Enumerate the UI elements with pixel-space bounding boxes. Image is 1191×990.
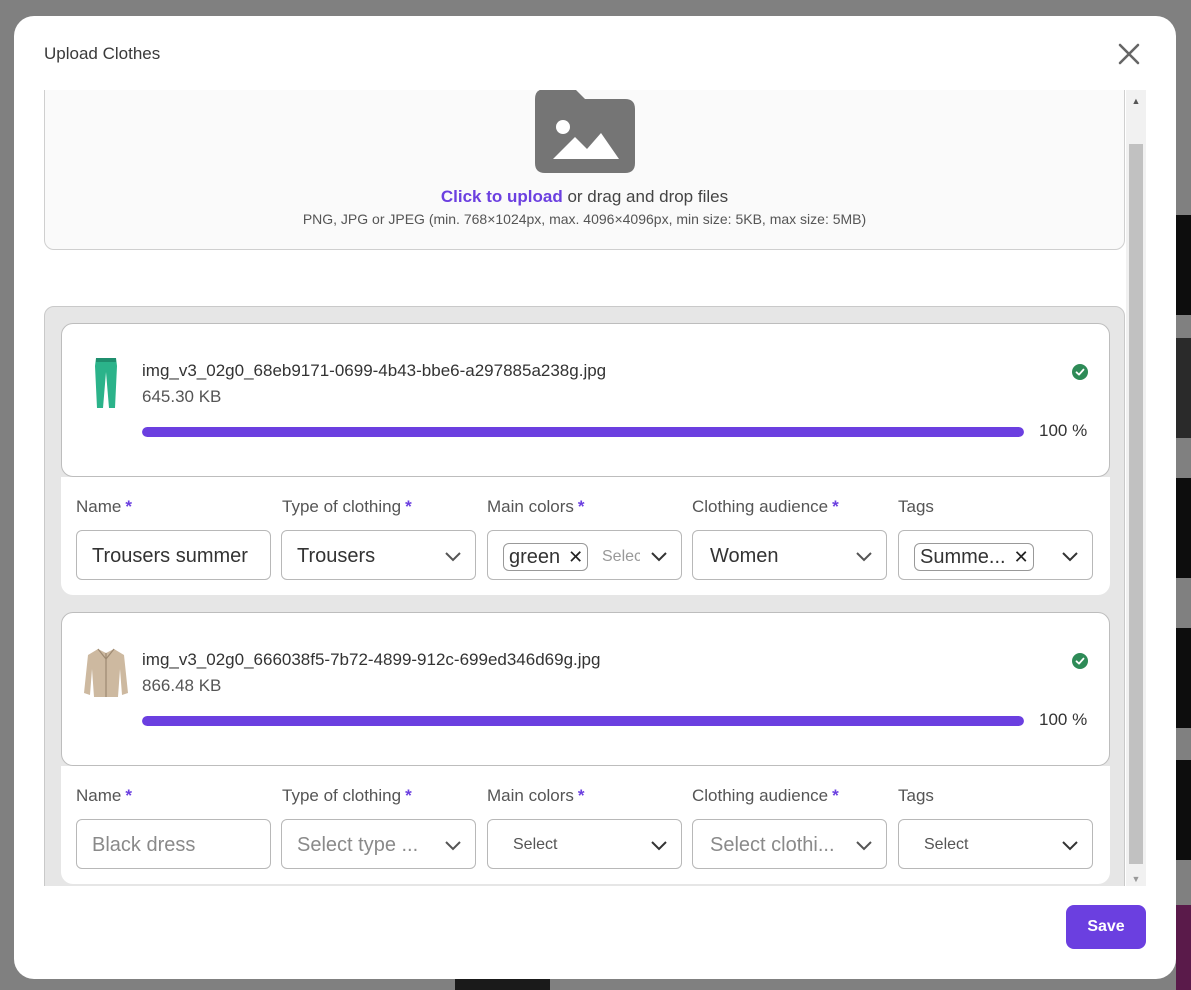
success-check-icon [1072,653,1088,669]
audience-select-placeholder: Select clothi... [710,834,835,856]
chevron-down-icon [445,841,461,851]
type-label: Type of clothing * [282,497,412,516]
colors-label: Main colors * [487,497,585,516]
upload-progress-fill [142,427,1024,437]
audience-select-value: Women [710,545,779,567]
dropzone-instruction: Click to upload or drag and drop files [45,187,1124,207]
scroll-up-arrow-icon[interactable]: ▲ [1126,96,1146,106]
colors-select[interactable]: Select [487,819,682,869]
save-button[interactable]: Save [1066,905,1146,949]
uploaded-files-list: img_v3_02g0_68eb9171-0699-4b43-bbe6-a297… [44,306,1125,886]
chevron-down-icon [856,552,872,562]
background-thumbnail [455,979,550,990]
file-upload-status: img_v3_02g0_666038f5-7b72-4899-912c-699e… [61,612,1110,766]
upload-progress-label: 100 % [1039,710,1088,729]
tags-select-placeholder: Select [924,836,969,853]
upload-progress-bar [142,716,1024,726]
tag-chip-label: Summe... [920,545,1006,568]
tag-chip: Summe... ✕ [914,543,1034,571]
modal-title: Upload Clothes [44,44,161,63]
tags-label: Tags [898,786,934,805]
chevron-down-icon [445,552,461,562]
name-input-value: Trousers summer [92,545,248,567]
background-thumbnail [1176,215,1191,315]
file-name: img_v3_02g0_666038f5-7b72-4899-912c-699e… [142,650,601,669]
chevron-down-icon [651,552,667,562]
scrollbar-thumb[interactable] [1129,144,1143,864]
name-input[interactable]: Black dress [76,819,271,869]
color-chip: green ✕ [503,543,589,571]
audience-select[interactable]: Select clothi... [692,819,887,869]
upload-progress-bar [142,427,1024,437]
remove-chip-icon[interactable]: ✕ [1014,547,1029,568]
scroll-down-arrow-icon[interactable]: ▼ [1126,874,1146,884]
file-size: 866.48 KB [142,676,222,695]
audience-label: Clothing audience * [692,786,839,805]
vertical-scrollbar[interactable]: ▲ ▼ [1126,90,1146,886]
success-check-icon [1072,364,1088,380]
background-thumbnail [1176,478,1191,578]
file-details-form: Name * Type of clothing * Main colors * Clo… [61,477,1110,595]
dropzone-hint: PNG, JPG or JPEG (min. 768×1024px, max. … [302,211,867,227]
upload-progress-fill [142,716,1024,726]
tags-select[interactable]: Select [898,819,1093,869]
colors-select[interactable]: green ✕ Select [487,530,682,580]
tags-label: Tags [898,497,934,516]
upload-clothes-modal: Upload Clothes Click to upload or drag a… [14,16,1176,979]
close-icon [1118,43,1140,65]
remove-chip-icon[interactable]: ✕ [568,547,583,568]
type-label: Type of clothing * [282,786,412,805]
background-thumbnail [1176,760,1191,860]
file-upload-status: img_v3_02g0_68eb9171-0699-4b43-bbe6-a297… [61,323,1110,477]
background-thumbnail [1176,338,1191,438]
file-name: img_v3_02g0_68eb9171-0699-4b43-bbe6-a297… [142,361,607,380]
type-select[interactable]: Trousers [281,530,476,580]
colors-select-placeholder: Select [513,836,558,853]
file-size: 645.30 KB [142,387,222,406]
audience-label: Clothing audience * [692,497,839,516]
background-thumbnail [1176,628,1191,728]
close-button[interactable] [1115,40,1143,68]
type-select[interactable]: Select type ... [281,819,476,869]
jacket-thumbnail [84,648,128,697]
name-input[interactable]: Trousers summer [76,530,271,580]
upload-dropzone[interactable]: Click to upload or drag and drop files P… [44,90,1125,250]
audience-select[interactable]: Women [692,530,887,580]
upload-progress-label: 100 % [1039,421,1088,440]
dropzone-drag-text: or drag and drop files [562,187,729,206]
file-card: img_v3_02g0_666038f5-7b72-4899-912c-699e… [61,612,1110,886]
file-card: img_v3_02g0_68eb9171-0699-4b43-bbe6-a297… [61,323,1110,597]
colors-label: Main colors * [487,786,585,805]
chevron-down-icon [856,841,872,851]
name-input-placeholder: Black dress [92,834,196,856]
file-details-form: Name * Type of clothing * Main colors * Clo… [61,766,1110,884]
type-select-value: Trousers [297,545,376,567]
color-chip-label: green [509,545,561,568]
chevron-down-icon [1062,841,1078,851]
name-label: Name * [76,786,132,805]
click-to-upload-link[interactable]: Click to upload [441,187,563,206]
name-label: Name * [76,497,132,516]
type-select-placeholder: Select type ... [297,834,419,856]
modal-scroll-area[interactable]: Click to upload or drag and drop files P… [44,90,1146,886]
tags-select[interactable]: Summe... ✕ [898,530,1093,580]
background-thumbnail [1176,905,1191,990]
trousers-thumbnail [95,358,117,408]
chevron-down-icon [1062,552,1078,562]
image-folder-icon [535,90,635,173]
chevron-down-icon [651,841,667,851]
colors-inline-placeholder: Select [602,548,640,565]
